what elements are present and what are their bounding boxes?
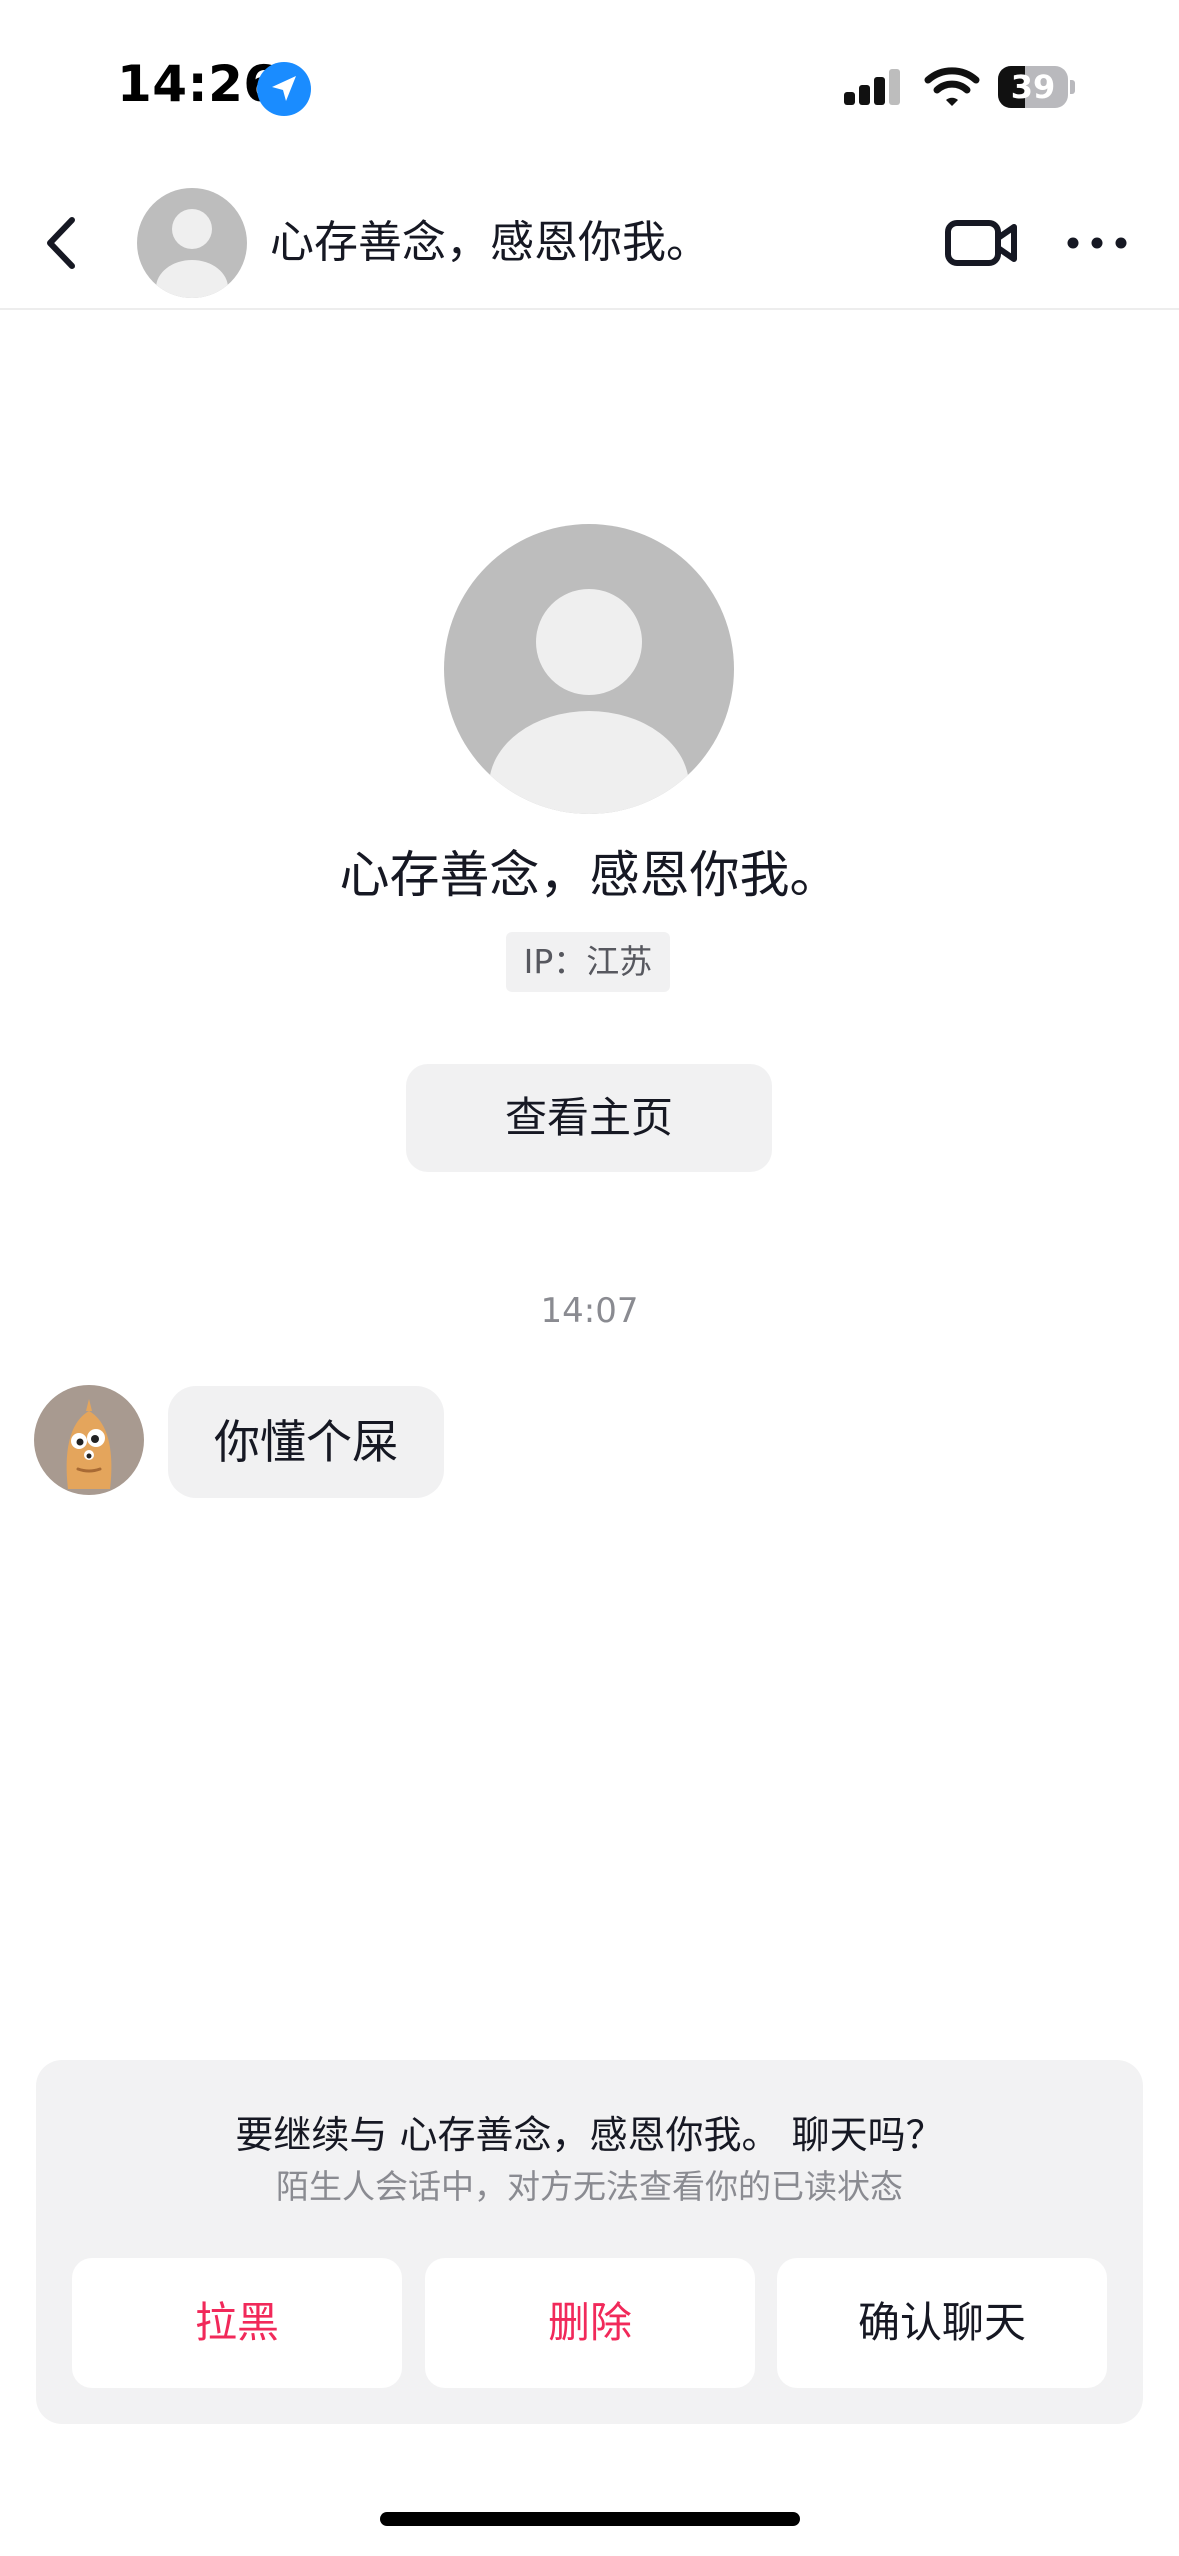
default-avatar-icon xyxy=(444,524,734,814)
more-options-icon[interactable] xyxy=(1062,218,1132,268)
profile-avatar[interactable] xyxy=(444,524,734,814)
video-call-icon[interactable] xyxy=(942,208,1022,278)
view-homepage-button[interactable]: 查看主页 xyxy=(406,1064,772,1172)
prompt-title: 要继续与 心存善念，感恩你我。 聊天吗？ xyxy=(235,2113,944,2157)
message-timestamp: 14:07 xyxy=(540,1291,639,1331)
battery-cap xyxy=(1070,80,1075,94)
battery-body: 39 xyxy=(998,66,1068,108)
chat-screen: 14:26 39 心存善念，感恩你我。 心存善念，感恩你我。 IP：江苏 查看主… xyxy=(0,0,1179,2556)
stranger-chat-prompt: 要继续与 心存善念，感恩你我。 聊天吗？ 陌生人会话中，对方无法查看你的已读状态… xyxy=(36,2060,1143,2424)
battery-percent: 39 xyxy=(1010,68,1056,106)
location-arrow-icon xyxy=(257,62,311,116)
status-time: 14:26 xyxy=(117,55,279,113)
sender-avatar[interactable] xyxy=(34,1385,144,1495)
delete-button[interactable]: 删除 xyxy=(425,2258,755,2388)
default-avatar-icon xyxy=(137,188,247,298)
ip-location-badge: IP：江苏 xyxy=(506,932,670,992)
block-button[interactable]: 拉黑 xyxy=(72,2258,402,2388)
cellular-signal-icon xyxy=(844,69,900,105)
header-avatar[interactable] xyxy=(137,188,247,298)
confirm-chat-button[interactable]: 确认聊天 xyxy=(777,2258,1107,2388)
home-indicator[interactable] xyxy=(380,2512,800,2526)
message-bubble[interactable]: 你懂个屎 xyxy=(168,1386,444,1498)
header-title: 心存善念，感恩你我。 xyxy=(270,217,710,268)
wifi-icon xyxy=(924,67,980,106)
back-chevron-icon[interactable] xyxy=(28,208,98,278)
battery-indicator: 39 xyxy=(998,66,1075,108)
cartoon-avatar-icon xyxy=(34,1385,144,1495)
profile-name: 心存善念，感恩你我。 xyxy=(339,846,840,904)
prompt-subtitle: 陌生人会话中，对方无法查看你的已读状态 xyxy=(276,2167,903,2206)
chat-header: 心存善念，感恩你我。 xyxy=(0,178,1179,310)
